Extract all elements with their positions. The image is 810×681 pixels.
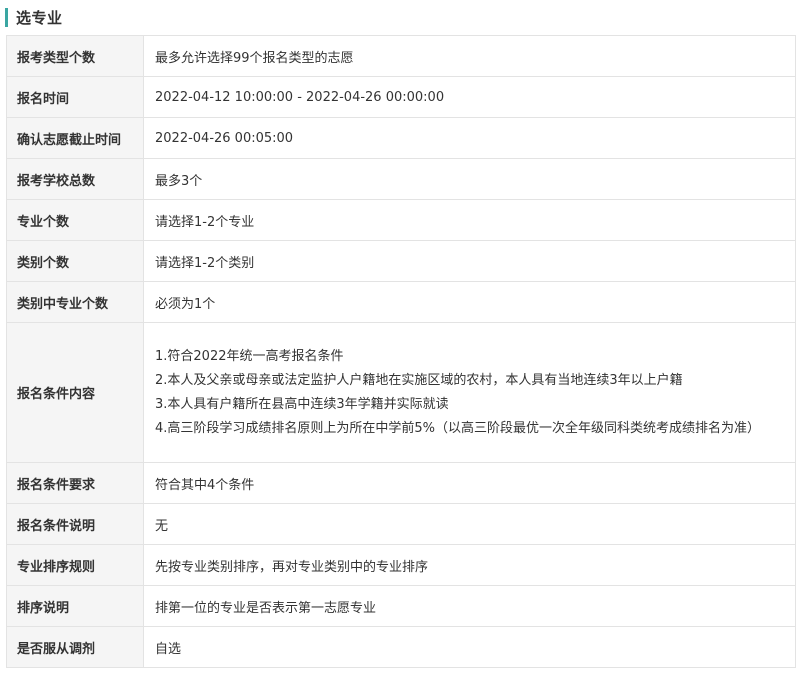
row-value: 无 <box>143 503 796 545</box>
row-value: 符合其中4个条件 <box>143 462 796 504</box>
table-row-sort-rule: 专业排序规则 先按专业类别排序，再对专业类别中的专业排序 <box>6 544 796 586</box>
table-row-major-count: 专业个数 请选择1-2个专业 <box>6 199 796 241</box>
row-label: 排序说明 <box>6 585 144 627</box>
row-value: 请选择1-2个类别 <box>143 240 796 282</box>
row-label: 报名条件说明 <box>6 503 144 545</box>
row-value: 2022-04-26 00:05:00 <box>143 117 796 159</box>
section-accent-bar <box>5 7 8 27</box>
row-value: 2022-04-12 10:00:00 - 2022-04-26 00:00:0… <box>143 76 796 118</box>
row-label: 报名时间 <box>6 76 144 118</box>
row-label: 是否服从调剂 <box>6 626 144 668</box>
row-value: 请选择1-2个专业 <box>143 199 796 241</box>
section-title: 选专业 <box>16 8 63 27</box>
row-value: 必须为1个 <box>143 281 796 323</box>
section-header: 选专业 <box>5 6 63 28</box>
condition-item: 3.本人具有户籍所在县高中连续3年学籍并实际就读 <box>155 396 449 412</box>
row-value: 先按专业类别排序，再对专业类别中的专业排序 <box>143 544 796 586</box>
table-row-school-total: 报考学校总数 最多3个 <box>6 158 796 200</box>
row-value: 排第一位的专业是否表示第一志愿专业 <box>143 585 796 627</box>
row-label: 报名条件内容 <box>6 322 144 463</box>
row-label: 报名条件要求 <box>6 462 144 504</box>
table-row-registration-time: 报名时间 2022-04-12 10:00:00 - 2022-04-26 00… <box>6 76 796 118</box>
row-label: 报考学校总数 <box>6 158 144 200</box>
table-row-conditions-note: 报名条件说明 无 <box>6 503 796 545</box>
row-label: 确认志愿截止时间 <box>6 117 144 159</box>
table-row-conditions-content: 报名条件内容 1.符合2022年统一高考报名条件 2.本人及父亲或母亲或法定监护… <box>6 322 796 463</box>
condition-item: 1.符合2022年统一高考报名条件 <box>155 348 344 364</box>
table-row-accept-adjustment: 是否服从调剂 自选 <box>6 626 796 668</box>
row-value: 自选 <box>143 626 796 668</box>
row-label: 类别个数 <box>6 240 144 282</box>
row-label: 专业个数 <box>6 199 144 241</box>
row-value: 最多允许选择99个报名类型的志愿 <box>143 35 796 77</box>
row-label: 类别中专业个数 <box>6 281 144 323</box>
table-row-confirm-deadline: 确认志愿截止时间 2022-04-26 00:05:00 <box>6 117 796 159</box>
table-row-conditions-requirement: 报名条件要求 符合其中4个条件 <box>6 462 796 504</box>
condition-item: 2.本人及父亲或母亲或法定监护人户籍地在实施区域的农村，本人具有当地连续3年以上… <box>155 372 683 388</box>
conditions-list: 1.符合2022年统一高考报名条件 2.本人及父亲或母亲或法定监护人户籍地在实施… <box>155 342 781 444</box>
table-row-type-count: 报考类型个数 最多允许选择99个报名类型的志愿 <box>6 35 796 77</box>
row-value: 1.符合2022年统一高考报名条件 2.本人及父亲或母亲或法定监护人户籍地在实施… <box>143 322 796 463</box>
table-row-majors-per-category: 类别中专业个数 必须为1个 <box>6 281 796 323</box>
row-label: 专业排序规则 <box>6 544 144 586</box>
info-table: 报考类型个数 最多允许选择99个报名类型的志愿 报名时间 2022-04-12 … <box>6 35 796 668</box>
row-value: 最多3个 <box>143 158 796 200</box>
row-label: 报考类型个数 <box>6 35 144 77</box>
table-row-sort-note: 排序说明 排第一位的专业是否表示第一志愿专业 <box>6 585 796 627</box>
condition-item: 4.高三阶段学习成绩排名原则上为所在中学前5%（以高三阶段最优一次全年级同科类统… <box>155 420 761 436</box>
table-row-category-count: 类别个数 请选择1-2个类别 <box>6 240 796 282</box>
